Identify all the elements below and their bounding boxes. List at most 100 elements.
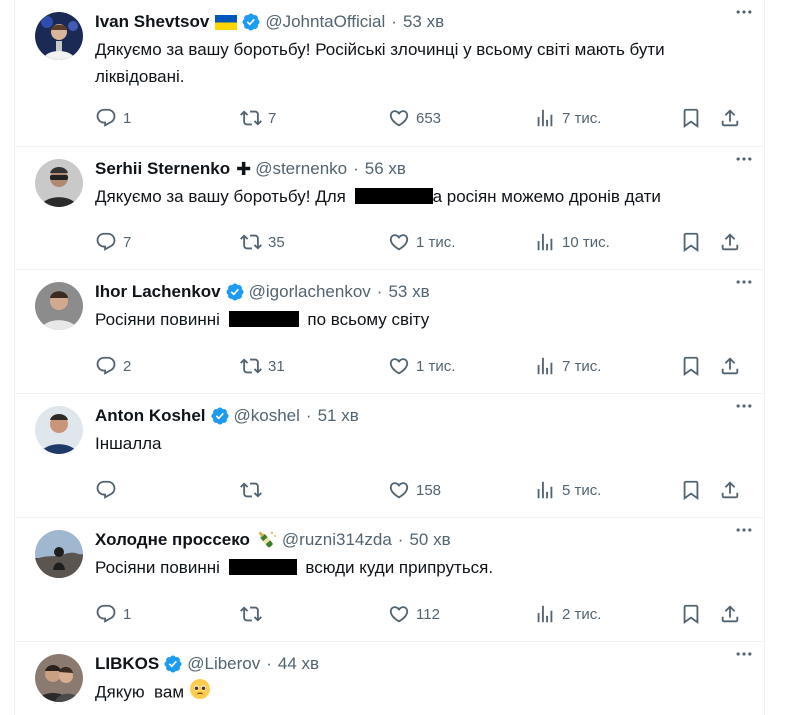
- share-icon: [719, 107, 741, 129]
- reply-count: 2: [123, 357, 132, 375]
- tweet-kholodne-prosseko[interactable]: Холодне проссеко @ruzni314zda · 50 хв Ро…: [15, 518, 764, 642]
- tweet-text: Дякую вам: [95, 678, 748, 708]
- reply-icon: [95, 603, 117, 625]
- verified-badge-icon[interactable]: [241, 12, 261, 32]
- heart-icon: [388, 479, 410, 501]
- author-name[interactable]: Serhii Sternenko: [95, 159, 230, 179]
- repost-count: 31: [268, 357, 285, 375]
- share-button[interactable]: [719, 230, 741, 254]
- author-name[interactable]: Холодне проссеко: [95, 530, 250, 550]
- bookmark-icon: [680, 107, 702, 129]
- reply-icon: [95, 479, 117, 501]
- share-button[interactable]: [719, 106, 741, 130]
- reply-button[interactable]: 7: [95, 230, 131, 254]
- views-button[interactable]: 7 тис.: [534, 354, 601, 378]
- author-name[interactable]: Ivan Shevtsov: [95, 12, 209, 32]
- timestamp[interactable]: 53 хв: [388, 282, 429, 302]
- author-name[interactable]: LIBKOS: [95, 654, 159, 674]
- share-button[interactable]: [719, 478, 741, 502]
- views-count: 7 тис.: [562, 357, 602, 375]
- bookmark-button[interactable]: [680, 478, 702, 502]
- repost-button[interactable]: 31: [240, 354, 285, 378]
- reply-button[interactable]: [95, 478, 123, 502]
- timestamp[interactable]: 50 хв: [409, 530, 450, 550]
- avatar[interactable]: [35, 406, 83, 454]
- views-button[interactable]: 2 тис.: [534, 602, 601, 626]
- views-button[interactable]: 10 тис.: [534, 230, 610, 254]
- author-name[interactable]: Ihor Lachenkov: [95, 282, 221, 302]
- author-handle[interactable]: @sternenko: [255, 159, 347, 179]
- timestamp[interactable]: 44 хв: [278, 654, 319, 674]
- timestamp[interactable]: 53 хв: [403, 12, 444, 32]
- views-icon: [534, 355, 556, 377]
- tweet-text: Іншалла: [95, 434, 162, 453]
- like-button[interactable]: 1 тис.: [388, 354, 455, 378]
- cross-icon: ✚: [236, 158, 252, 179]
- like-button[interactable]: 653: [388, 106, 441, 130]
- avatar[interactable]: [35, 159, 83, 207]
- author-handle[interactable]: @koshel: [234, 406, 300, 426]
- heart-icon: [388, 231, 410, 253]
- repost-count: 35: [268, 233, 285, 251]
- more-icon[interactable]: [730, 272, 758, 292]
- separator-dot: ·: [266, 654, 272, 673]
- views-count: 2 тис.: [562, 605, 602, 623]
- avatar[interactable]: [35, 530, 83, 578]
- share-button[interactable]: [719, 354, 741, 378]
- bookmark-button[interactable]: [680, 230, 702, 254]
- tweet-text-part: по всьому світу: [307, 310, 430, 329]
- verified-badge-icon[interactable]: [225, 282, 245, 302]
- views-count: 7 тис.: [562, 109, 602, 127]
- avatar[interactable]: [35, 654, 83, 702]
- reply-button[interactable]: 1: [95, 106, 131, 130]
- avatar[interactable]: [35, 282, 83, 330]
- repost-button[interactable]: [240, 602, 268, 626]
- like-count: 112: [416, 605, 440, 623]
- share-icon: [719, 355, 741, 377]
- bookmark-button[interactable]: [680, 602, 702, 626]
- like-button[interactable]: 158: [388, 478, 441, 502]
- share-button[interactable]: [719, 602, 741, 626]
- author-handle[interactable]: @igorlachenkov: [249, 282, 371, 302]
- like-button[interactable]: 1 тис.: [388, 230, 455, 254]
- more-icon[interactable]: [730, 520, 758, 540]
- share-icon: [719, 231, 741, 253]
- tweet-anton-koshel[interactable]: Anton Koshel @koshel · 51 хв Іншалла 158…: [15, 394, 764, 518]
- avatar[interactable]: [35, 12, 83, 60]
- views-icon: [534, 479, 556, 501]
- tweet-libkos[interactable]: LIBKOS @Liberov · 44 хв Дякую вам: [15, 642, 764, 715]
- author-handle[interactable]: @Liberov: [187, 654, 260, 674]
- views-count: 5 тис.: [562, 481, 602, 499]
- reply-button[interactable]: 2: [95, 354, 131, 378]
- reply-icon: [95, 355, 117, 377]
- tweet-text-part: Дякую вам: [95, 682, 185, 702]
- author-handle[interactable]: @ruzni314zda: [282, 530, 392, 550]
- repost-button[interactable]: [240, 478, 268, 502]
- bookmark-button[interactable]: [680, 106, 702, 130]
- more-icon[interactable]: [730, 644, 758, 664]
- reply-button[interactable]: 1: [95, 602, 131, 626]
- tweet-ihor-lachenkov[interactable]: Ihor Lachenkov @igorlachenkov · 53 хв Ро…: [15, 270, 764, 394]
- bookmark-button[interactable]: [680, 354, 702, 378]
- tweet-serhii-sternenko[interactable]: Serhii Sternenko ✚ @sternenko · 56 хв Дя…: [15, 147, 764, 270]
- timestamp[interactable]: 56 хв: [365, 159, 406, 179]
- verified-badge-icon[interactable]: [210, 406, 230, 426]
- reply-icon: [95, 107, 117, 129]
- share-icon: [719, 479, 741, 501]
- redaction-box: [228, 311, 299, 327]
- author-name[interactable]: Anton Koshel: [95, 406, 206, 426]
- tweet-ivan-shevtsov[interactable]: Ivan Shevtsov @JohntaOfficial · 53 хв Дя…: [15, 0, 764, 147]
- repost-button[interactable]: 35: [240, 230, 285, 254]
- author-handle[interactable]: @JohntaOfficial: [265, 12, 385, 32]
- tweet-text-line: Дякуємо за вашу боротьбу! Російські злоч…: [95, 40, 665, 59]
- repost-button[interactable]: 7: [240, 106, 276, 130]
- repost-icon: [240, 603, 262, 625]
- views-button[interactable]: 7 тис.: [534, 106, 601, 130]
- views-button[interactable]: 5 тис.: [534, 478, 601, 502]
- like-button[interactable]: 112: [388, 602, 440, 626]
- more-icon[interactable]: [730, 396, 758, 416]
- more-icon[interactable]: [730, 149, 758, 169]
- timestamp[interactable]: 51 хв: [318, 406, 359, 426]
- more-icon[interactable]: [730, 2, 758, 22]
- verified-badge-icon[interactable]: [163, 654, 183, 674]
